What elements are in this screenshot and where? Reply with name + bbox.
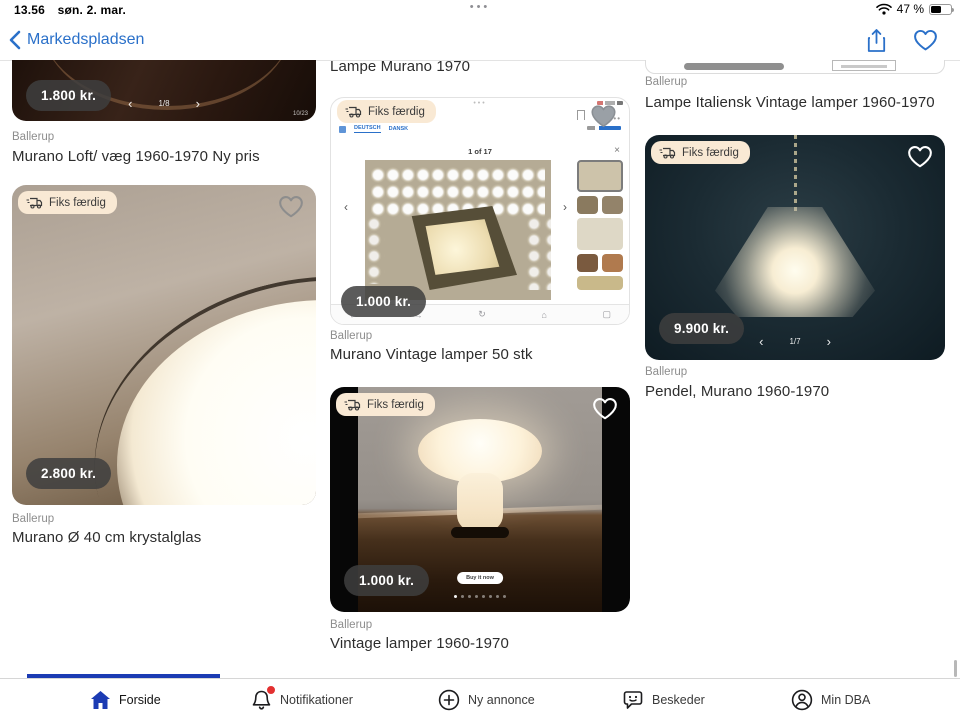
tab-label: Forside [119,693,161,707]
listing-title[interactable]: Pendel, Murano 1960-1970 [645,383,829,400]
back-button[interactable]: Markedspladsen [8,20,144,60]
wifi-icon [876,3,892,15]
tab-dansk: DANSK [389,126,409,132]
carousel-counter: 1/7 [789,337,800,346]
fiks-faerdig-badge: Fiks færdig [337,100,436,123]
favorite-heart-icon[interactable] [907,145,933,168]
battery-icon [929,4,952,15]
tab-ny-annonce[interactable]: Ny annonce [438,679,535,720]
favorites-heart-icon[interactable] [913,29,938,51]
photo-pill-shape [684,63,784,70]
listing-location: Ballerup [645,76,687,88]
truck-icon [26,196,43,209]
notification-badge [266,685,276,695]
battery-percent: 47 % [897,2,924,16]
listing-location: Ballerup [645,366,687,378]
scrollbar[interactable] [954,660,957,677]
thumbnail-strip [577,160,623,302]
back-chevron-icon [8,30,21,50]
tab-min-dba[interactable]: Min DBA [791,679,870,720]
image-carousel-controls: ‹ 1/7 › [645,335,945,348]
reload-icon: ↻ [478,309,486,320]
listing-title[interactable]: Vintage lamper 1960-1970 [330,635,509,652]
price-badge: 2.800 kr. [26,458,111,489]
listing-location: Ballerup [12,131,54,143]
dba-marketplace-screen: 13.56 søn. 2. mar. ••• 47 % Markedsplads… [0,0,960,720]
share-icon[interactable] [866,28,887,53]
back-label: Markedspladsen [27,31,144,49]
truck-icon [345,105,362,118]
viewer-page-indicator: 1 of 17 [331,147,629,156]
inner-language-tabs: DEUTSCH DANSK [339,125,408,133]
listing-card-loft[interactable]: 1.800 kr. ‹ 1/8 › 10/23 [12,60,316,121]
fiks-faerdig-label: Fiks færdig [682,147,739,159]
fiks-faerdig-label: Fiks færdig [367,399,424,411]
active-tab-indicator [27,674,220,678]
photo-counter: 10/23 [293,111,308,117]
bookmark-icon [577,110,585,120]
price-badge: 1.000 kr. [341,286,426,317]
carousel-next-icon[interactable]: › [196,97,200,110]
lamp-photo [365,160,551,300]
listing-title[interactable]: Murano Vintage lamper 50 stk [330,346,533,363]
listing-location: Ballerup [330,619,372,631]
tab-label: Beskeder [652,693,705,707]
tab-label: Min DBA [821,693,870,707]
truck-icon [659,146,676,159]
fiks-faerdig-label: Fiks færdig [49,197,106,209]
translate-icon [339,126,346,133]
listing-card-vintage50[interactable]: Fiks færdig ••• ••• DEUTSCH DANSK 1 of 1… [330,97,630,325]
tab-deutsch: DEUTSCH [354,125,381,133]
tab-forside[interactable]: Forside [90,679,161,720]
viewer-next-icon: › [557,200,573,216]
photo-button-shape [832,60,896,71]
listing-title[interactable]: Lampe Italiensk Vintage lamper 1960-1970 [645,94,935,111]
fiks-faerdig-badge: Fiks færdig [18,191,117,214]
image-carousel-controls: ‹ 1/8 › [12,97,316,110]
fiks-faerdig-badge: Fiks færdig [651,141,750,164]
home-icon: ⌂ [541,310,546,320]
close-icon: × [614,145,620,156]
carousel-counter: 1/8 [158,99,169,108]
bell-icon [251,689,272,711]
listing-title[interactable]: Murano Loft/ væg 1960-1970 Ny pris [12,148,260,165]
lamp-chain-shape [794,135,797,215]
tab-beskeder[interactable]: Beskeder [622,679,705,720]
status-bar: 13.56 søn. 2. mar. ••• 47 % [0,0,960,20]
profile-icon [791,689,813,711]
carousel-prev-icon[interactable]: ‹ [759,335,763,348]
listing-location: Ballerup [12,513,54,525]
listing-card-italiensk-photo-bottom[interactable] [645,60,945,74]
tab-label: Notifikationer [280,693,353,707]
tabs-icon: ▢ [602,309,611,320]
favorite-heart-icon[interactable] [278,195,304,218]
tab-label: Ny annonce [468,693,535,707]
buy-it-now-button: Buy it now [457,572,503,584]
listing-location: Ballerup [330,330,372,342]
plus-circle-icon [438,689,460,711]
truck-icon [344,398,361,411]
favorite-heart-icon[interactable] [592,397,618,420]
listing-card-vintage[interactable]: Fiks færdig Buy it now 1.000 kr. [330,387,630,612]
tab-bar: Forside Notifikationer Ny annonce Besked… [0,678,960,720]
carousel-prev-icon[interactable]: ‹ [128,97,132,110]
home-icon [90,690,111,710]
listing-card-krystal[interactable]: Fiks færdig 2.800 kr. [12,185,316,505]
navigation-bar: Markedspladsen [0,20,960,61]
favorite-heart-icon[interactable] [590,104,617,128]
fiks-faerdig-badge: Fiks færdig [336,393,435,416]
price-badge: 1.000 kr. [344,565,429,596]
fiks-faerdig-label: Fiks færdig [368,106,425,118]
carousel-next-icon[interactable]: › [827,335,831,348]
lamp-photo-shape [715,207,875,317]
listing-card-pendel[interactable]: Fiks færdig 9.900 kr. ‹ 1/7 › [645,135,945,360]
listing-title[interactable]: Murano Ø 40 cm krystalglas [12,529,201,546]
viewer-prev-icon: ‹ [338,200,354,216]
listing-title[interactable]: Lampe Murano 1970 [330,58,470,75]
chat-smiley-icon [622,689,644,711]
tab-notifikationer[interactable]: Notifikationer [251,679,353,720]
multitasking-dots-icon: ••• [0,1,960,13]
